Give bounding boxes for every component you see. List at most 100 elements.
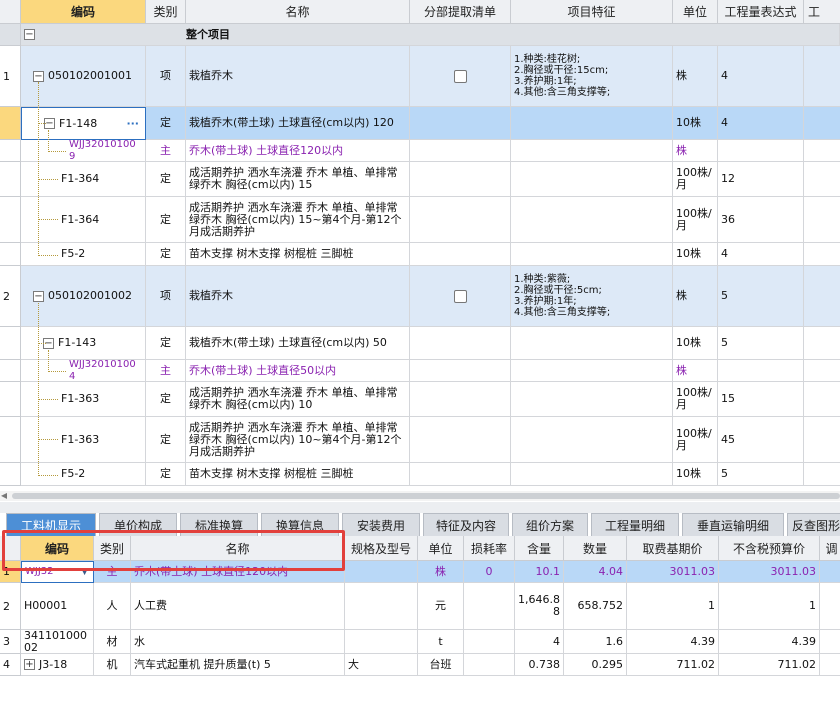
tab-install-fee[interactable]: 安装费用 [342,513,420,536]
row-spec[interactable] [345,630,418,654]
table-row[interactable]: F1-364 定 成活期养护 洒水车浇灌 乔木 单植、单排常绿乔木 胸径(cm以… [0,162,840,197]
col-header-feature[interactable]: 项目特征 [511,0,673,24]
tab-quantity-detail[interactable]: 工程量明细 [591,513,679,536]
table-row[interactable]: − F1-143 定 栽植乔木(带土球) 土球直径(cm以内) 50 10株 5 [0,327,840,360]
row-loss[interactable]: 0 [464,561,515,583]
row-unit[interactable]: 10株 [673,327,718,360]
row-code[interactable]: J3-18 [39,658,67,671]
row-unit[interactable]: t [418,630,464,654]
col-header-extract-bill[interactable]: 分部提取清单 [410,0,511,24]
table-row[interactable]: F1-363 定 成活期养护 洒水车浇灌 乔木 单植、单排常绿乔木 胸径(cm以… [0,417,840,463]
col-header-spec[interactable]: 规格及型号 [345,536,418,561]
table-row-selected[interactable]: − F1-148 ··· 定 栽植乔木(带土球) 土球直径(cm以内) 120 10… [0,107,840,140]
row-budget-price[interactable]: 1 [719,583,820,630]
tab-pricing-plan[interactable]: 组价方案 [512,513,588,536]
row-unit[interactable]: 100株/月 [673,197,718,243]
horizontal-scrollbar[interactable]: ◀ [0,491,840,501]
row-code[interactable]: 34110100002 [21,630,94,654]
row-spec[interactable] [345,561,418,583]
table-row[interactable]: F1-364 定 成活期养护 洒水车浇灌 乔木 单植、单排常绿乔木 胸径(cm以… [0,197,840,243]
tab-vertical-transport[interactable]: 垂直运输明细 [682,513,784,536]
collapse-icon[interactable]: − [33,70,44,82]
col-header-unit[interactable]: 单位 [673,0,718,24]
table-row[interactable]: WJJ320101009 主 乔木(带土球) 土球直径120以内 株 [0,140,840,162]
row-unit[interactable]: 株 [673,266,718,327]
row-unit[interactable]: 10株 [673,243,718,266]
col-header-budget-price[interactable]: 不含税预算价 [719,536,820,561]
row-unit[interactable]: 10株 [673,107,718,140]
col-header-more[interactable]: 工 [804,0,840,24]
row-name[interactable]: 乔木(带土球) 土球直径120以内 [186,140,410,162]
row-content[interactable]: 4 [515,630,564,654]
table-row[interactable]: F5-2 定 苗木支撑 树木支撑 树棍桩 三脚桩 10株 4 [0,243,840,266]
col-header-content[interactable]: 含量 [515,536,564,561]
row-content[interactable]: 10.1 [515,561,564,583]
extract-checkbox[interactable] [453,289,467,303]
row-name[interactable]: 人工费 [131,583,345,630]
col-header-unit[interactable]: 单位 [418,536,464,561]
row-loss[interactable] [464,654,515,676]
material-row[interactable]: 3 34110100002 材 水 t 4 1.6 4.39 4.39 [0,630,840,654]
row-budget-price[interactable]: 711.02 [719,654,820,676]
table-row[interactable]: 2 −050102001002 项 栽植乔木 1.种类:紫薇; 2.胸径或干径:… [0,266,840,327]
row-expr[interactable]: 4 [718,46,804,107]
row-name[interactable]: 栽植乔木(带土球) 土球直径(cm以内) 120 [186,107,410,140]
col-header-expr[interactable]: 工程量表达式 [718,0,804,24]
row-unit[interactable]: 株 [673,46,718,107]
col-header-name[interactable]: 名称 [186,0,410,24]
row-expr[interactable]: 15 [718,382,804,417]
expand-icon[interactable]: + [24,659,35,670]
row-expr[interactable]: 12 [718,162,804,197]
row-expr[interactable]: 45 [718,417,804,463]
row-unit[interactable]: 100株/月 [673,382,718,417]
row-name[interactable]: 栽植乔木 [186,46,410,107]
row-name[interactable]: 成活期养护 洒水车浇灌 乔木 单植、单排常绿乔木 胸径(cm以内) 10~第4个… [186,417,410,463]
col-header-amount[interactable]: 数量 [564,536,627,561]
material-row[interactable]: 4 + J3-18 机 汽车式起重机 提升质量(t) 5 大 台班 0.738 0… [0,654,840,676]
row-name[interactable]: 栽植乔木(带土球) 土球直径(cm以内) 50 [186,327,410,360]
row-content[interactable]: 1,646.88 [515,583,564,630]
scrollbar-thumb[interactable] [12,493,840,499]
row-feature[interactable]: 1.种类:桂花树; 2.胸径或干径:15cm; 3.养护期:1年; 4.其他:含… [511,46,673,107]
row-name[interactable]: 栽植乔木 [186,266,410,327]
table-row[interactable]: 1 −050102001001 项 栽植乔木 1.种类:桂花树; 2.胸径或干径… [0,46,840,107]
row-loss[interactable] [464,630,515,654]
row-budget-price[interactable]: 4.39 [719,630,820,654]
row-expr[interactable]: 5 [718,327,804,360]
row-expr[interactable]: 5 [718,266,804,327]
row-unit[interactable]: 台班 [418,654,464,676]
row-name[interactable]: 苗木支撑 树木支撑 树棍桩 三脚桩 [186,243,410,266]
root-row[interactable]: − 整个项目 [0,24,840,46]
table-row[interactable]: WJJ320101004 主 乔木(带土球) 土球直径50以内 株 [0,360,840,382]
tab-reverse-lookup[interactable]: 反查图形 [787,513,840,536]
row-feature[interactable]: 1.种类:紫薇; 2.胸径或干径:5cm; 3.养护期:1年; 4.其他:含三角… [511,266,673,327]
col-header-base-price[interactable]: 取费基期价 [627,536,719,561]
table-row[interactable]: F1-363 定 成活期养护 洒水车浇灌 乔木 单植、单排常绿乔木 胸径(cm以… [0,382,840,417]
row-name[interactable]: 成活期养护 洒水车浇灌 乔木 单植、单排常绿乔木 胸径(cm以内) 15~第4个… [186,197,410,243]
row-name[interactable]: 水 [131,630,345,654]
table-row[interactable]: F5-2 定 苗木支撑 树木支撑 树棍桩 三脚桩 10株 5 [0,463,840,486]
more-options-icon[interactable]: ··· [126,117,139,130]
row-unit[interactable]: 元 [418,583,464,630]
row-spec[interactable] [345,583,418,630]
row-name[interactable]: 苗木支撑 树木支撑 树棍桩 三脚桩 [186,463,410,486]
row-unit[interactable]: 株 [418,561,464,583]
scroll-left-icon[interactable]: ◀ [1,491,7,501]
col-header-loss[interactable]: 损耗率 [464,536,515,561]
row-name[interactable]: 成活期养护 洒水车浇灌 乔木 单植、单排常绿乔木 胸径(cm以内) 15 [186,162,410,197]
material-row[interactable]: 2 H00001 人 人工费 元 1,646.88 658.752 1 1 [0,583,840,630]
row-name[interactable]: 汽车式起重机 提升质量(t) 5 [131,654,345,676]
row-name[interactable]: 成活期养护 洒水车浇灌 乔木 单植、单排常绿乔木 胸径(cm以内) 10 [186,382,410,417]
tab-feature-content[interactable]: 特征及内容 [423,513,509,536]
row-unit[interactable]: 株 [673,360,718,382]
row-budget-price[interactable]: 3011.03 [719,561,820,583]
col-header-code[interactable]: 编码 [21,0,146,24]
row-unit[interactable]: 10株 [673,463,718,486]
row-content[interactable]: 0.738 [515,654,564,676]
collapse-icon[interactable]: − [33,290,44,302]
row-expr[interactable]: 36 [718,197,804,243]
col-header-adjust[interactable]: 调 [820,536,840,561]
row-expr[interactable]: 5 [718,463,804,486]
row-loss[interactable] [464,583,515,630]
row-unit[interactable]: 100株/月 [673,162,718,197]
